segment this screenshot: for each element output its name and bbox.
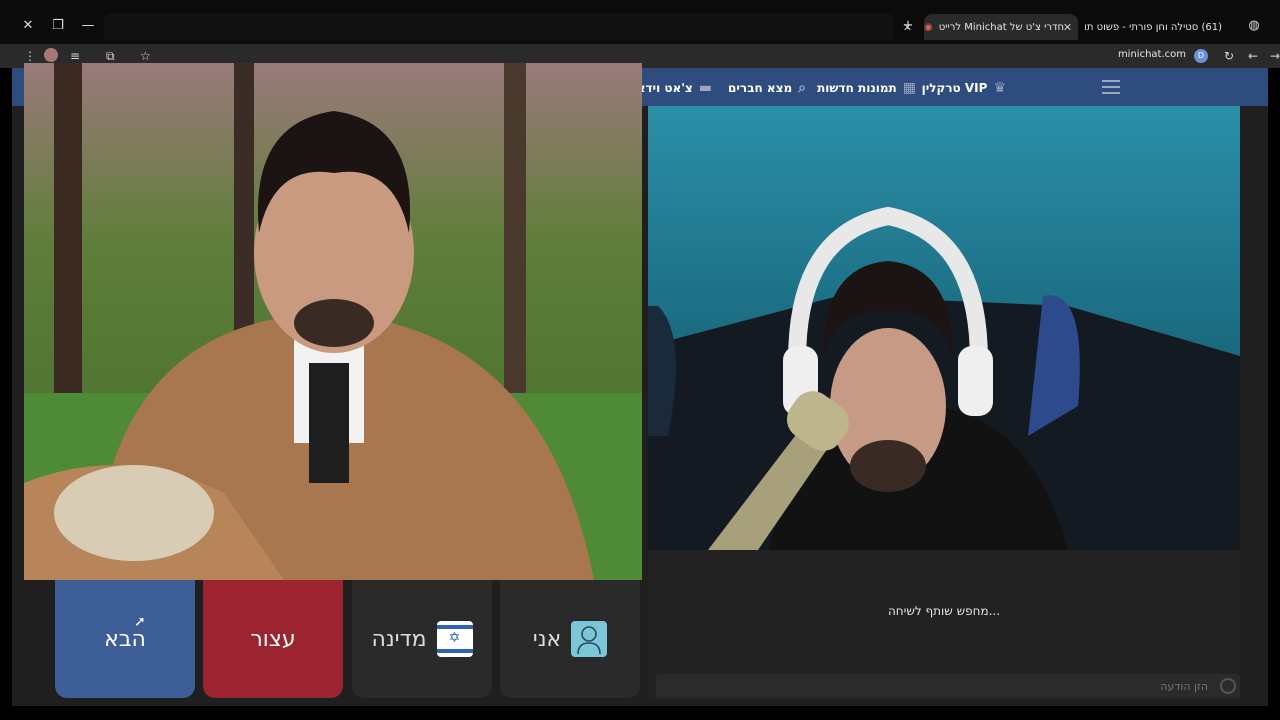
user-avatar-icon — [571, 621, 608, 657]
globe-icon: ◍ — [1248, 18, 1260, 33]
url-text[interactable]: minichat.com — [1118, 49, 1186, 60]
tab-title: (61) סטילה וחן פורתי - פשוט תו — [1084, 21, 1222, 33]
bookmark-star-icon[interactable]: ☆ — [140, 48, 151, 64]
next-button[interactable]: הבא — [55, 580, 195, 698]
israel-flag-icon: ✡ — [436, 621, 473, 657]
searching-status: ...מחפש שותף לשיחה — [887, 604, 1001, 618]
extensions-icon[interactable]: ⧉ — [106, 48, 115, 64]
tab-strip — [104, 14, 894, 40]
nav-video-chat[interactable]: ▬ צ'אט וידאו — [633, 80, 712, 96]
tab-title: חדרי צ'ט של Minichat לרייט — [938, 21, 1064, 33]
back-icon[interactable]: ← — [1248, 48, 1258, 64]
close-tab-icon[interactable]: ✕ — [1063, 21, 1072, 34]
country-button[interactable]: מדינה ✡ — [352, 580, 492, 698]
profile-avatar[interactable] — [44, 48, 58, 62]
me-button[interactable]: אני — [500, 580, 640, 698]
close-window-icon[interactable]: ✕ — [14, 14, 42, 38]
restore-window-icon[interactable]: ❐ — [44, 14, 72, 38]
more-menu-icon[interactable]: ⋮ — [24, 48, 36, 64]
crown-icon: ♛ — [993, 80, 1006, 96]
partner-video — [24, 63, 642, 580]
tab-youtube[interactable]: (61) סטילה וחן פורתי - פשוט תו ✕ — [1063, 14, 1236, 40]
forward-icon[interactable]: → — [1270, 48, 1280, 64]
me-label: אני — [532, 626, 562, 652]
next-label: הבא — [104, 626, 146, 652]
nav-label: מצא חברים — [728, 81, 793, 95]
emoji-icon[interactable] — [1220, 678, 1236, 694]
webcam-image — [648, 106, 1240, 550]
hamburger-icon[interactable] — [1102, 80, 1120, 94]
message-input[interactable] — [656, 674, 1240, 698]
country-label: מדינה — [371, 626, 427, 652]
site-header: ▬ צ'אט וידאו ⌕ מצא חברים ▦ תמונות חדשות … — [633, 68, 1268, 106]
nav-new-photos[interactable]: ▦ תמונות חדשות — [817, 80, 916, 96]
nav-label: תמונות חדשות — [817, 81, 897, 95]
stop-button[interactable]: עצור — [203, 580, 343, 698]
reading-list-icon[interactable]: ≡ — [70, 48, 80, 64]
tab-minichat[interactable]: חדרי צ'ט של Minichat לרייט ◉ ✕ — [903, 14, 1078, 40]
partner-image — [24, 63, 642, 580]
close-tab-icon[interactable]: ✕ — [903, 21, 912, 34]
nav-vip-lounge[interactable]: ♛ VIP טרקלין — [922, 80, 1006, 96]
browser-tab-bar: ✕ ❐ — + חדרי צ'ט של Minichat לרייט ◉ ✕ (… — [0, 0, 1280, 44]
header-left-strip — [12, 68, 24, 106]
site-badge-icon[interactable]: D — [1194, 49, 1208, 63]
mouse-cursor-icon: ➚ — [134, 614, 146, 630]
recording-icon: ◉ — [924, 21, 933, 33]
grid-icon: ▦ — [902, 80, 916, 96]
stop-label: עצור — [250, 626, 296, 652]
reload-icon[interactable]: ↻ — [1224, 48, 1234, 64]
search-icon: ⌕ — [798, 80, 806, 96]
minimize-window-icon[interactable]: — — [74, 14, 102, 38]
video-icon: ▬ — [698, 80, 712, 96]
nav-find-friends[interactable]: ⌕ מצא חברים — [728, 80, 806, 96]
nav-label: VIP טרקלין — [921, 81, 988, 95]
local-video — [648, 106, 1240, 550]
